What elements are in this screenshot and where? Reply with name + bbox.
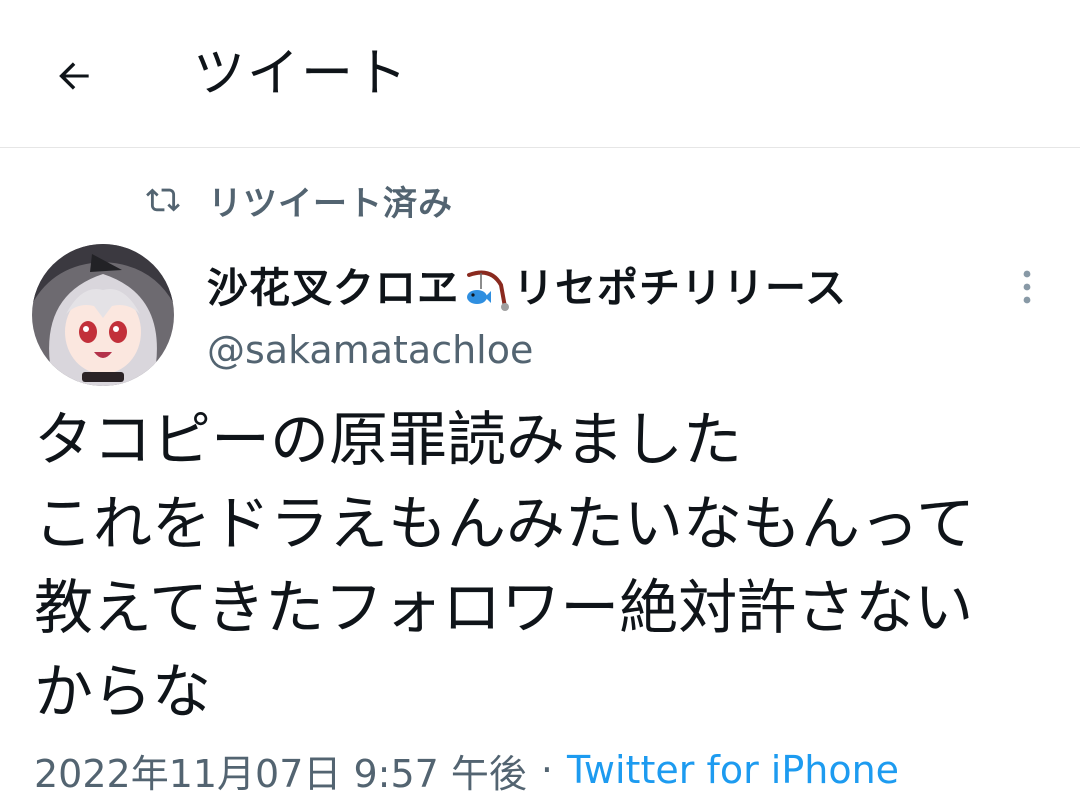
meta-separator: · xyxy=(540,748,553,792)
display-name-prefix: 沙花叉クロヱ xyxy=(207,263,459,312)
display-name-suffix: リセポチリリース xyxy=(513,263,847,312)
tweet-text-line: これをドラえもんみたいなもんって xyxy=(34,489,976,558)
page-title: ツイート xyxy=(193,44,410,104)
top-bar: ツイート xyxy=(0,0,1080,148)
back-button[interactable] xyxy=(46,48,102,104)
tweet-text-line: タコピーの原罪読みました xyxy=(34,405,743,474)
tweet-text: タコピーの原罪読みました これをドラえもんみたいなもんって 教えてきたフォロワー… xyxy=(34,398,1064,734)
tweet-metadata: 2022年11月07日 9:57 午後 · Twitter for iPhone xyxy=(34,740,899,800)
tweet-timestamp[interactable]: 2022年11月07日 9:57 午後 xyxy=(34,743,527,798)
user-handle[interactable]: @sakamatachloe xyxy=(207,322,533,378)
avatar-illustration xyxy=(32,244,174,386)
tweet-text-line: 教えてきたフォロワー絶対許さない xyxy=(34,573,974,642)
retweet-indicator: リツイート済み xyxy=(146,172,453,228)
retweet-icon xyxy=(146,188,180,212)
fishing-pole-icon xyxy=(467,270,509,311)
avatar[interactable] xyxy=(32,244,174,386)
tweet-source-link[interactable]: Twitter for iPhone xyxy=(567,748,899,792)
arrow-left-icon xyxy=(59,62,89,90)
more-vertical-icon xyxy=(1023,270,1031,304)
tweet-text-line: からな xyxy=(34,657,212,726)
display-name[interactable]: 沙花叉クロヱ リセポチリリース xyxy=(207,256,847,312)
more-options-button[interactable] xyxy=(1004,262,1050,312)
retweet-label: リツイート済み xyxy=(208,183,453,224)
